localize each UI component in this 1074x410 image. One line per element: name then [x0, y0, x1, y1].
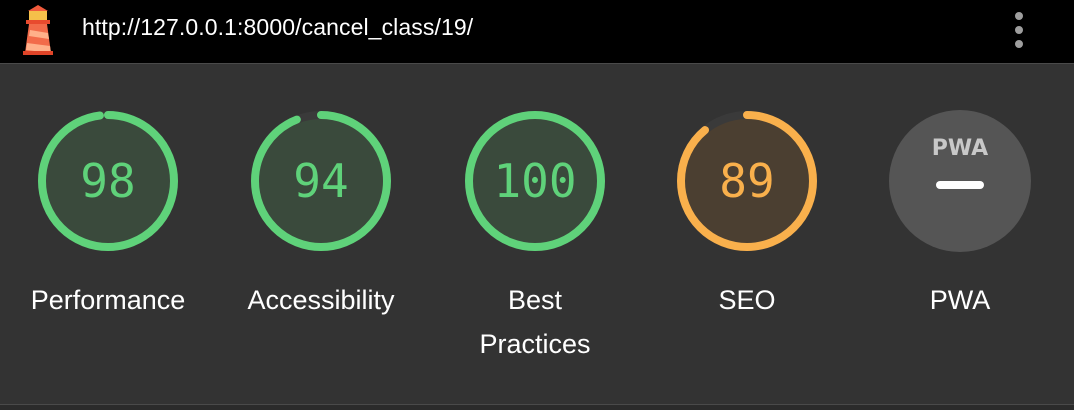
- score-value: 94: [293, 154, 349, 208]
- score-value: 98: [80, 154, 136, 208]
- gauge-label: SEO: [718, 285, 776, 315]
- gauge-performance[interactable]: 98 Performance: [2, 108, 214, 322]
- gauge-pwa[interactable]: PWA PWA: [854, 108, 1066, 322]
- gauge-best-practices[interactable]: 100 Best Practices: [429, 108, 641, 366]
- gauge-label: Best Practices: [479, 285, 591, 359]
- gauge-label: Accessibility: [247, 285, 395, 315]
- top-bar: http://127.0.0.1:8000/cancel_class/19/: [0, 0, 1074, 64]
- divider: [0, 404, 1074, 405]
- score-value: 89: [719, 154, 775, 208]
- more-vert-icon[interactable]: [1006, 10, 1032, 50]
- gauge-label: PWA: [929, 285, 991, 315]
- lighthouse-icon: [23, 5, 53, 55]
- pwa-badge-text: PWA: [932, 136, 988, 161]
- score-value: 100: [493, 154, 577, 208]
- pwa-badge-icon: PWA: [889, 110, 1031, 252]
- gauge-accessibility[interactable]: 94 Accessibility: [215, 108, 427, 322]
- scores-panel: 98 Performance 94 Accessibility 100 Best…: [0, 64, 1074, 404]
- gauge-label: Performance: [30, 285, 186, 315]
- gauge-seo[interactable]: 89 SEO: [641, 108, 853, 322]
- page-url: http://127.0.0.1:8000/cancel_class/19/: [82, 14, 474, 40]
